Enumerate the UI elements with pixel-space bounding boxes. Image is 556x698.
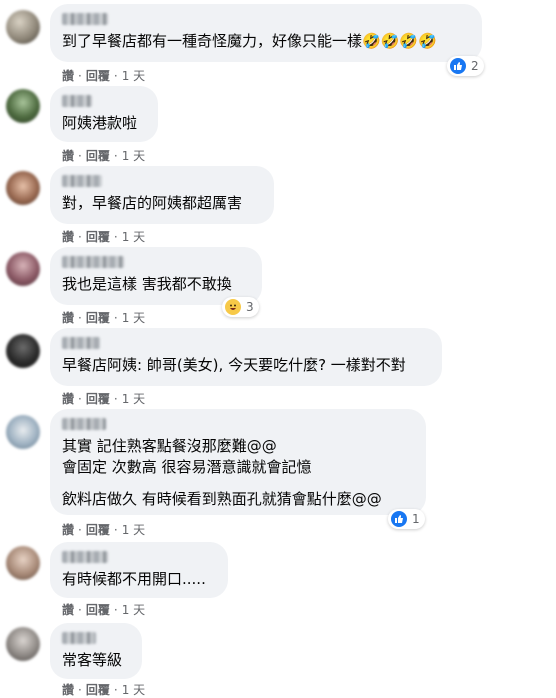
avatar[interactable] (6, 252, 40, 286)
separator: · (113, 229, 118, 244)
commenter-name[interactable] (62, 175, 102, 187)
commenter-name[interactable] (62, 95, 92, 107)
like-icon (449, 57, 467, 75)
separator: · (113, 522, 118, 537)
like-icon (390, 510, 408, 528)
comment-actions: 讚 · 回覆 · 1 天 (62, 67, 145, 84)
timestamp[interactable]: 1 天 (122, 681, 145, 698)
reply-link[interactable]: 回覆 (86, 390, 110, 407)
reply-link[interactable]: 回覆 (86, 147, 110, 164)
timestamp[interactable]: 1 天 (122, 521, 145, 538)
comment-text: 其實 記住熟客點餐沒那麼難@@ (62, 437, 277, 455)
reaction-summary[interactable]: 2 (447, 56, 484, 76)
commenter-name[interactable] (62, 418, 106, 430)
separator: · (78, 602, 82, 617)
comment-actions: 讚 · 回覆 · 1 天 (62, 228, 145, 245)
reply-link[interactable]: 回覆 (86, 601, 110, 618)
comment-bubble: 對，早餐店的阿姨都超厲害 (50, 166, 274, 224)
comment-text: 常客等級 (62, 651, 123, 669)
separator: · (78, 391, 82, 406)
comment-actions: 讚 · 回覆 · 1 天 (62, 309, 145, 326)
comment-text: 早餐店阿姨: 帥哥(美女), 今天要吃什麼? 一樣對不對 (62, 356, 406, 374)
avatar[interactable] (6, 89, 40, 123)
comment-bubble: 到了早餐店都有一種奇怪魔力，好像只能一樣🤣🤣🤣🤣 (50, 4, 482, 62)
comment-actions: 讚 · 回覆 · 1 天 (62, 390, 145, 407)
separator: · (113, 148, 118, 163)
commenter-name[interactable] (62, 337, 100, 349)
timestamp[interactable]: 1 天 (122, 67, 145, 84)
reply-link[interactable]: 回覆 (86, 521, 110, 538)
reaction-count: 2 (471, 59, 479, 73)
separator: · (113, 602, 118, 617)
separator: · (78, 148, 82, 163)
commenter-name[interactable] (62, 632, 96, 644)
commenter-name[interactable] (62, 13, 108, 25)
separator: · (78, 522, 82, 537)
avatar[interactable] (6, 415, 40, 449)
separator: · (113, 682, 118, 697)
comment-text: 會固定 次數高 很容易潛意識就會記憶 (62, 458, 312, 476)
comment-text: 有時候都不用開口..... (62, 570, 206, 588)
comment-actions: 讚 · 回覆 · 1 天 (62, 601, 145, 618)
comment-text: 阿姨港款啦 (62, 114, 138, 132)
comment-text: 飲料店做久 有時候看到熟面孔就猜會點什麼@@ (62, 490, 382, 508)
timestamp[interactable]: 1 天 (122, 228, 145, 245)
timestamp[interactable]: 1 天 (122, 309, 145, 326)
comment-text: 對，早餐店的阿姨都超厲害 (62, 194, 243, 212)
reply-link[interactable]: 回覆 (86, 681, 110, 698)
like-link[interactable]: 讚 (62, 521, 74, 538)
reaction-summary[interactable]: 3 (222, 297, 259, 317)
comment-actions: 讚 · 回覆 · 1 天 (62, 681, 145, 698)
separator: · (78, 682, 82, 697)
separator: · (78, 229, 82, 244)
comment-actions: 讚 · 回覆 · 1 天 (62, 521, 145, 538)
comment-bubble: 其實 記住熟客點餐沒那麼難@@ 會固定 次數高 很容易潛意識就會記憶 飲料店做久… (50, 409, 426, 515)
separator: · (78, 68, 82, 83)
reply-link[interactable]: 回覆 (86, 67, 110, 84)
avatar[interactable] (6, 10, 40, 44)
avatar[interactable] (6, 171, 40, 205)
comments-panel: { "comments": [ { "lines": ["到了早餐店都有一種奇怪… (0, 0, 556, 698)
timestamp[interactable]: 1 天 (122, 390, 145, 407)
comment-bubble: 阿姨港款啦 (50, 86, 158, 142)
haha-icon (224, 298, 242, 316)
comment-text: 我也是這樣 害我都不敢換 (62, 275, 232, 293)
reply-link[interactable]: 回覆 (86, 309, 110, 326)
like-link[interactable]: 讚 (62, 228, 74, 245)
separator: · (78, 310, 82, 325)
comment-bubble: 早餐店阿姨: 帥哥(美女), 今天要吃什麼? 一樣對不對 (50, 328, 442, 386)
like-link[interactable]: 讚 (62, 681, 74, 698)
separator: · (113, 68, 118, 83)
like-link[interactable]: 讚 (62, 309, 74, 326)
reaction-count: 3 (246, 300, 254, 314)
avatar[interactable] (6, 627, 40, 661)
like-link[interactable]: 讚 (62, 67, 74, 84)
avatar[interactable] (6, 546, 40, 580)
separator: · (113, 310, 118, 325)
reply-link[interactable]: 回覆 (86, 228, 110, 245)
timestamp[interactable]: 1 天 (122, 601, 145, 618)
reaction-summary[interactable]: 1 (388, 509, 425, 529)
comment-bubble: 有時候都不用開口..... (50, 542, 228, 598)
comment-text: 到了早餐店都有一種奇怪魔力，好像只能一樣🤣🤣🤣🤣 (62, 32, 437, 50)
commenter-name[interactable] (62, 551, 108, 563)
like-link[interactable]: 讚 (62, 390, 74, 407)
avatar[interactable] (6, 334, 40, 368)
commenter-name[interactable] (62, 256, 124, 268)
timestamp[interactable]: 1 天 (122, 147, 145, 164)
like-link[interactable]: 讚 (62, 147, 74, 164)
reaction-count: 1 (412, 512, 420, 526)
comment-bubble: 常客等級 (50, 623, 142, 679)
comment-actions: 讚 · 回覆 · 1 天 (62, 147, 145, 164)
like-link[interactable]: 讚 (62, 601, 74, 618)
separator: · (113, 391, 118, 406)
